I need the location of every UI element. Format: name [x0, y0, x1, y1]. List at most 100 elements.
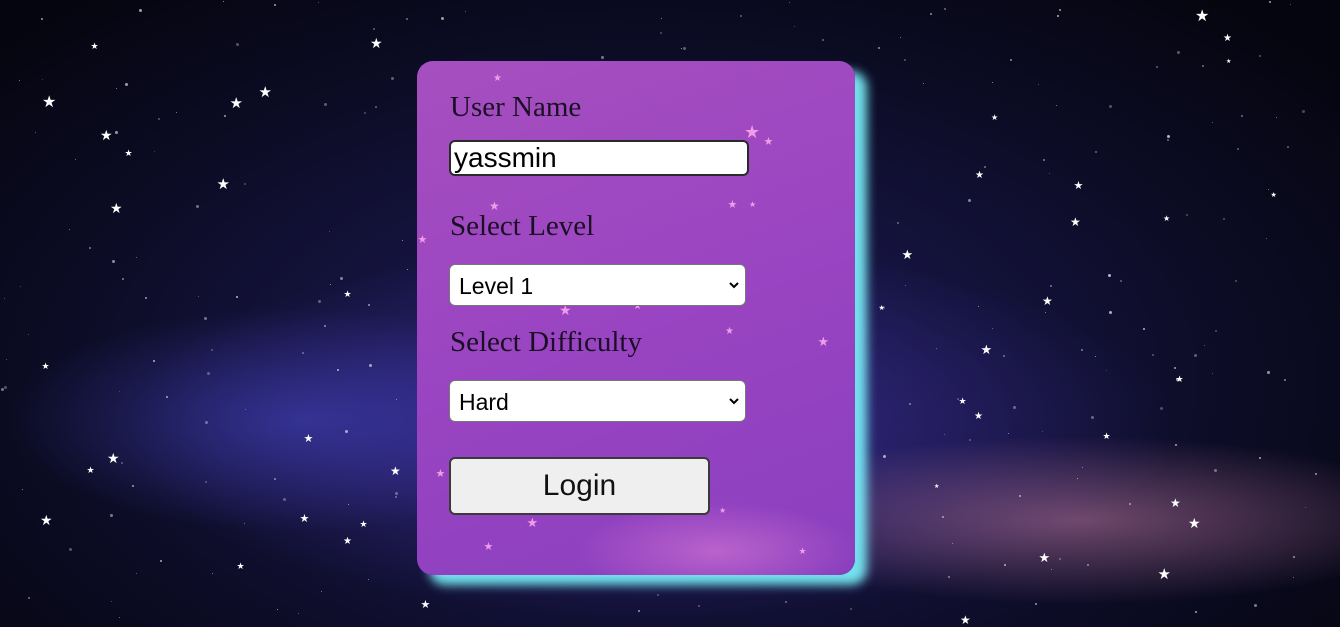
star-dot	[89, 247, 91, 249]
star-dot	[789, 2, 790, 3]
username-label: User Name	[450, 91, 582, 123]
star-dot	[1143, 328, 1145, 330]
star-dot	[166, 396, 168, 398]
star-dot	[1195, 611, 1197, 613]
star-dot	[878, 47, 880, 49]
star-dot	[1254, 604, 1257, 607]
star-dot	[223, 1, 224, 2]
star-dot	[904, 59, 906, 61]
star-dot	[660, 32, 662, 34]
star-icon: ★	[798, 546, 807, 557]
star-dot	[119, 617, 120, 618]
star-icon: ★	[110, 201, 123, 217]
star-dot	[391, 77, 394, 80]
star-icon: ★	[1070, 215, 1081, 229]
star-dot	[1177, 51, 1180, 54]
star-icon: ★	[727, 197, 738, 211]
star-dot	[942, 516, 944, 518]
star-dot	[638, 610, 640, 612]
star-dot	[277, 609, 278, 610]
login-button[interactable]: Login	[449, 457, 710, 515]
star-dot	[1284, 379, 1286, 381]
star-dot	[1108, 274, 1111, 277]
star-dot	[1176, 378, 1179, 381]
star-dot	[905, 285, 906, 286]
level-label: Select Level	[450, 210, 595, 242]
star-dot	[1129, 503, 1131, 505]
star-icon: ★	[817, 334, 830, 350]
star-dot	[909, 403, 911, 405]
star-dot	[125, 83, 128, 86]
star-dot	[1156, 66, 1158, 68]
star-dot	[681, 48, 682, 49]
star-dot	[1003, 355, 1005, 357]
star-icon: ★	[1270, 190, 1277, 199]
star-dot	[1109, 105, 1112, 108]
star-dot	[1056, 105, 1057, 106]
star-dot	[1038, 84, 1039, 85]
username-input-value: yassmin	[454, 142, 557, 173]
star-icon: ★	[343, 536, 352, 547]
star-dot	[160, 560, 162, 562]
star-dot	[22, 489, 23, 490]
star-dot	[1043, 159, 1045, 161]
star-dot	[139, 9, 142, 12]
difficulty-select-value: Hard	[459, 389, 509, 415]
level-select[interactable]: Level 1	[449, 264, 746, 306]
star-icon: ★	[42, 92, 57, 111]
star-icon: ★	[974, 411, 983, 422]
star-dot	[1120, 280, 1122, 282]
star-dot	[1268, 189, 1269, 190]
star-dot	[1045, 312, 1046, 313]
star-dot	[441, 17, 444, 20]
star-dot	[740, 15, 742, 17]
star-dot	[1241, 115, 1243, 117]
star-icon: ★	[420, 597, 431, 611]
star-icon: ★	[725, 326, 734, 337]
star-icon: ★	[435, 466, 446, 480]
star-dot	[340, 277, 343, 280]
difficulty-select[interactable]: Hard	[449, 380, 746, 422]
star-dot	[1237, 148, 1239, 150]
star-dot	[822, 39, 824, 41]
star-dot	[205, 481, 207, 483]
star-dot	[298, 613, 299, 614]
star-icon: ★	[934, 483, 940, 490]
star-dot	[1235, 280, 1237, 282]
chevron-down-icon	[729, 282, 739, 289]
star-dot	[373, 28, 375, 30]
star-icon: ★	[390, 464, 401, 478]
star-dot	[318, 2, 319, 3]
star-dot	[968, 199, 971, 202]
star-dot	[900, 37, 901, 38]
star-dot	[992, 82, 993, 83]
star-icon: ★	[749, 200, 757, 209]
star-dot	[369, 364, 372, 367]
star-dot	[1013, 406, 1016, 409]
star-icon: ★	[958, 396, 967, 407]
star-icon: ★	[1195, 6, 1210, 25]
star-dot	[4, 298, 5, 299]
star-dot	[274, 4, 276, 6]
star-dot	[236, 43, 239, 46]
star-dot	[1077, 478, 1078, 479]
star-dot	[112, 260, 115, 263]
star-dot	[1106, 370, 1107, 371]
star-dot	[1160, 407, 1163, 410]
star-icon: ★	[299, 511, 310, 525]
star-dot	[1082, 467, 1083, 468]
star-icon: ★	[980, 342, 993, 358]
username-input[interactable]: yassmin	[449, 140, 749, 176]
star-dot	[1087, 564, 1089, 566]
star-dot	[28, 334, 29, 335]
star-dot	[236, 296, 238, 298]
star-dot	[1095, 151, 1097, 153]
star-dot	[1204, 345, 1205, 346]
star-dot	[1276, 117, 1277, 118]
star-dot	[368, 304, 370, 306]
star-dot	[1266, 238, 1267, 239]
star-dot	[4, 386, 7, 389]
star-dot	[1259, 55, 1261, 57]
star-icon: ★	[901, 247, 914, 263]
star-dot	[944, 434, 945, 435]
